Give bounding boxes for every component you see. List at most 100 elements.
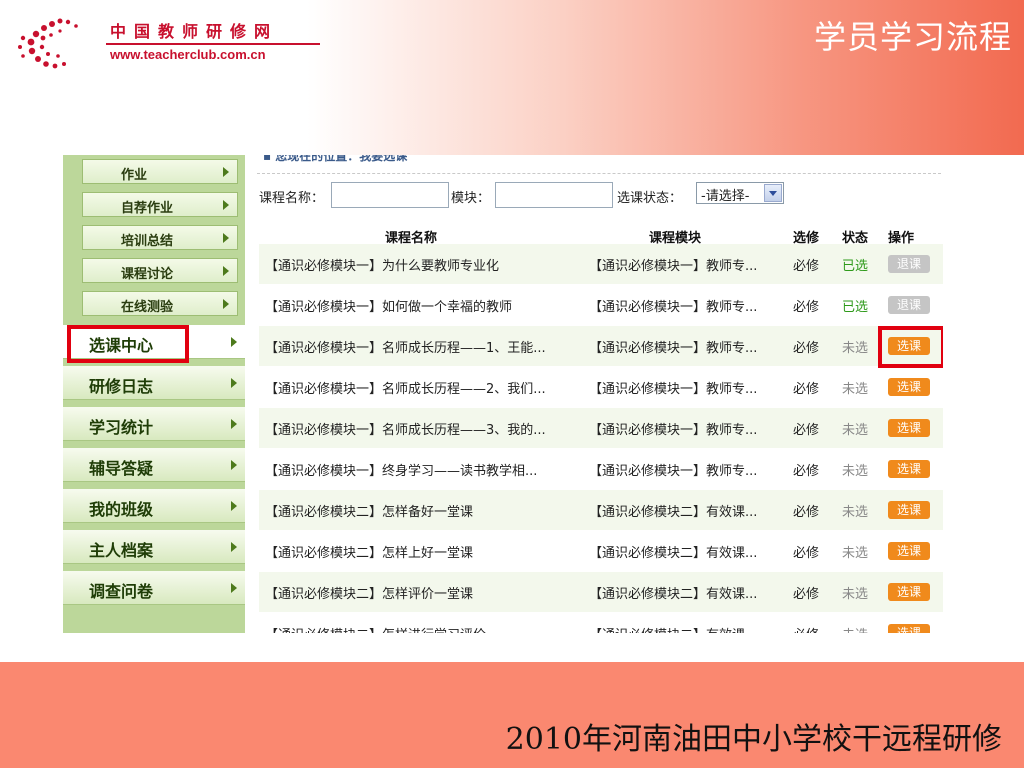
- sidebar-item-training-summary[interactable]: 培训总结: [82, 225, 238, 250]
- status-cell: 已选: [842, 300, 869, 315]
- arrow-right-icon: [231, 542, 237, 552]
- chevron-down-icon[interactable]: [764, 184, 782, 202]
- module-cell: 【通识必修模块一】教师专...: [589, 259, 758, 274]
- sidebar-item-label: 作业: [121, 168, 148, 183]
- status-cell: 未选: [842, 505, 869, 520]
- arrow-right-icon: [231, 378, 237, 388]
- slide-footer: 2010年河南油田中小学校干远程研修: [0, 662, 1024, 768]
- course-name-input[interactable]: [331, 182, 449, 208]
- sidebar-item-study-stats[interactable]: 学习统计: [63, 407, 245, 441]
- module-cell: 【通识必修模块一】教师专...: [589, 341, 758, 356]
- arrow-right-icon: [223, 200, 229, 210]
- module-cell: 【通识必修模块二】有效课...: [589, 587, 758, 602]
- sidebar-item-my-class[interactable]: 我的班级: [63, 489, 245, 523]
- status-cell: 已选: [842, 259, 869, 274]
- arrow-right-icon: [223, 299, 229, 309]
- module-cell: 【通识必修模块二】有效课: [589, 624, 777, 633]
- status-cell: 未选: [842, 423, 869, 438]
- type-cell: 必修: [793, 382, 820, 397]
- logo-url: www.teacherclub.com.cn: [110, 47, 266, 62]
- select-course-button[interactable]: 选课: [888, 460, 930, 478]
- status-cell: 未选: [842, 382, 869, 397]
- sidebar-item-course-discussion[interactable]: 课程讨论: [82, 258, 238, 283]
- arrow-right-icon: [231, 419, 237, 429]
- sidebar-item-label: 辅导答疑: [89, 459, 154, 478]
- table-row: 【通识必修模块二】怎样评价一堂课 【通识必修模块二】有效课... 必修 未选 选…: [259, 572, 943, 612]
- type-cell: 必修: [793, 300, 820, 315]
- status-cell: 未选: [842, 546, 869, 561]
- type-cell: 必修: [793, 624, 819, 633]
- status-filter-select[interactable]: -请选择-: [696, 182, 784, 204]
- sidebar-item-profile[interactable]: 主人档案: [63, 530, 245, 564]
- select-course-button[interactable]: 选课: [888, 624, 930, 633]
- status-filter-label: 选课状态：: [617, 191, 683, 206]
- select-course-button[interactable]: 选课: [888, 501, 930, 519]
- sidebar-item-study-log[interactable]: 研修日志: [63, 366, 245, 400]
- logo-chinese-name: 中国教师研修网: [110, 22, 279, 41]
- sidebar-item-tutoring-qa[interactable]: 辅导答疑: [63, 448, 245, 482]
- sidebar-item-online-quiz[interactable]: 在线测验: [82, 291, 238, 316]
- sidebar-item-homework[interactable]: 作业: [82, 159, 238, 184]
- module-cell: 【通识必修模块一】教师专...: [589, 300, 758, 315]
- drop-course-button[interactable]: 退课: [888, 296, 930, 314]
- module-cell: 【通识必修模块二】有效课...: [589, 505, 758, 520]
- table-row: 【通识必修模块一】如何做一个幸福的教师 【通识必修模块一】教师专... 必修 已…: [259, 285, 943, 325]
- type-cell: 必修: [793, 259, 820, 274]
- select-course-button[interactable]: 选课: [888, 419, 930, 437]
- status-cell: 未选: [842, 624, 868, 633]
- status-cell: 未选: [842, 341, 869, 356]
- arrow-right-icon: [231, 583, 237, 593]
- select-course-button[interactable]: 选课: [888, 542, 930, 560]
- module-cell: 【通识必修模块一】教师专...: [589, 464, 758, 479]
- sidebar-item-label: 研修日志: [89, 377, 154, 396]
- select-course-button[interactable]: 选课: [888, 378, 930, 396]
- type-cell: 必修: [793, 423, 820, 438]
- breadcrumb-divider: [257, 173, 941, 174]
- sidebar-item-label: 自荐作业: [121, 201, 174, 216]
- status-cell: 未选: [842, 587, 869, 602]
- logo-divider: [106, 43, 320, 45]
- teacherclub-logo[interactable]: 中国教师研修网 www.teacherclub.com.cn: [14, 14, 320, 74]
- arrow-right-icon: [223, 266, 229, 276]
- type-cell: 必修: [793, 587, 820, 602]
- table-row: 【通识必修模块一】名师成长历程——3、我的... 【通识必修模块一】教师专...…: [259, 408, 943, 448]
- highlight-box-select-button: [878, 326, 943, 368]
- status-filter-value: -请选择-: [701, 189, 750, 204]
- status-cell: 未选: [842, 464, 869, 479]
- sidebar-item-survey[interactable]: 调查问卷: [63, 571, 245, 605]
- sidebar-item-label: 我的班级: [89, 500, 154, 519]
- select-course-button[interactable]: 选课: [888, 583, 930, 601]
- arrow-right-icon: [223, 233, 229, 243]
- type-cell: 必修: [793, 546, 820, 561]
- footer-text: 2010年河南油田中小学校干远程研修: [505, 722, 1002, 757]
- sidebar-item-label: 主人档案: [89, 541, 154, 560]
- module-input[interactable]: [495, 182, 613, 208]
- course-name-cell: 【通识必修模块二】怎样备好一堂课: [265, 505, 474, 520]
- module-cell: 【通识必修模块一】教师专...: [589, 382, 758, 397]
- module-cell: 【通识必修模块二】有效课...: [589, 546, 758, 561]
- course-name-cell: 【通识必修模块二】怎样进行学习评价: [265, 624, 575, 633]
- table-row: 【通识必修模块一】为什么要教师专业化 【通识必修模块一】教师专... 必修 已选…: [259, 244, 943, 284]
- table-row: 【通识必修模块二】怎样备好一堂课 【通识必修模块二】有效课... 必修 未选 选…: [259, 490, 943, 530]
- drop-course-button[interactable]: 退课: [888, 255, 930, 273]
- course-name-cell: 【通识必修模块二】怎样上好一堂课: [265, 546, 474, 561]
- highlight-box-course-center: [67, 325, 189, 363]
- table-row: 【通识必修模块一】终身学习——读书教学相... 【通识必修模块一】教师专... …: [259, 449, 943, 489]
- slide-title: 学员学习流程: [813, 18, 1012, 56]
- sidebar-item-label: 调查问卷: [89, 582, 154, 601]
- table-row: 【通识必修模块二】怎样进行学习评价 【通识必修模块二】有效课 必修 未选 选课: [259, 613, 943, 633]
- table-row: 【通识必修模块二】怎样上好一堂课 【通识必修模块二】有效课... 必修 未选 选…: [259, 531, 943, 571]
- module-cell: 【通识必修模块一】教师专...: [589, 423, 758, 438]
- sidebar-item-recommended-homework[interactable]: 自荐作业: [82, 192, 238, 217]
- course-name-cell: 【通识必修模块一】名师成长历程——1、王能...: [265, 341, 546, 356]
- course-selection-screenshot: 作业 自荐作业 培训总结 课程讨论 在线测验 选课中心 研修日志 学习统计 辅导…: [63, 155, 943, 633]
- arrow-right-icon: [231, 337, 237, 347]
- sidebar-item-label: 在线测验: [121, 300, 174, 315]
- sidebar-item-label: 培训总结: [121, 234, 174, 249]
- sidebar-item-label: 学习统计: [89, 418, 154, 437]
- course-name-label: 课程名称：: [259, 191, 325, 206]
- course-name-cell: 【通识必修模块一】为什么要教师专业化: [265, 259, 500, 274]
- type-cell: 必修: [793, 341, 820, 356]
- course-name-cell: 【通识必修模块一】终身学习——读书教学相...: [265, 464, 538, 479]
- sidebar: 作业 自荐作业 培训总结 课程讨论 在线测验 选课中心 研修日志 学习统计 辅导…: [63, 155, 245, 633]
